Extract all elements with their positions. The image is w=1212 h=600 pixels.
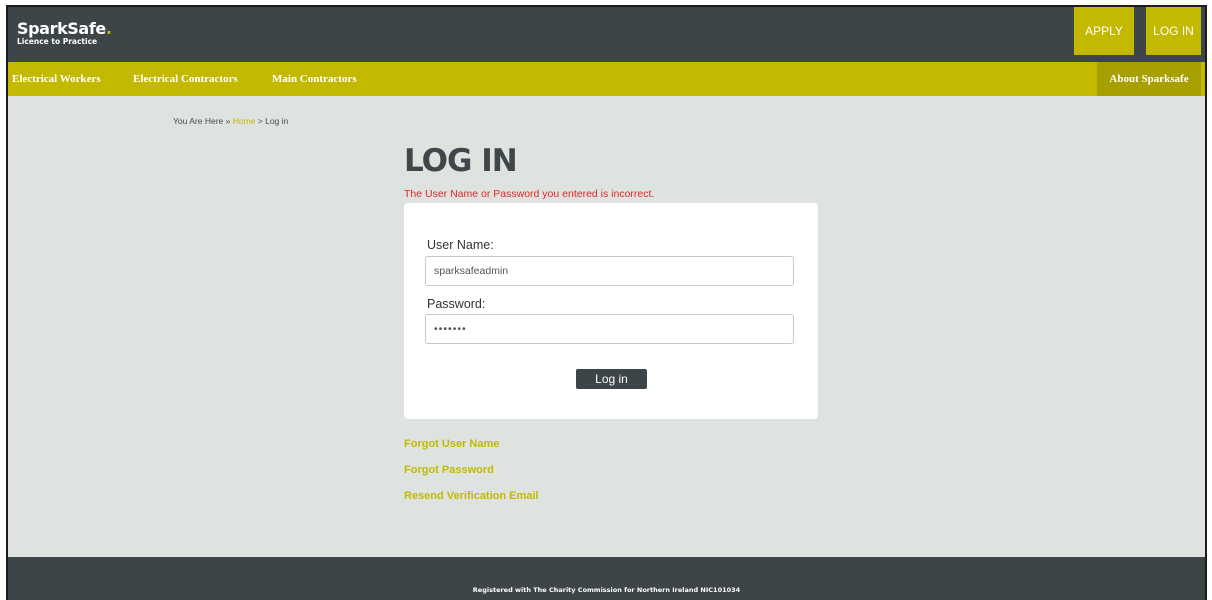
breadcrumb-current: > Log in xyxy=(257,116,289,126)
footer-registration-text: Registered with The Charity Commission f… xyxy=(472,586,741,594)
top-header: SparkSafe. Licence to Practice APPLY LOG… xyxy=(8,7,1205,62)
username-label: User Name: xyxy=(427,238,494,252)
logo-wordmark: SparkSafe. xyxy=(17,19,112,38)
sparksafe-logo[interactable]: SparkSafe. Licence to Practice xyxy=(17,20,112,47)
username-field[interactable] xyxy=(425,256,794,286)
password-label: Password: xyxy=(427,297,486,311)
browser-frame: SparkSafe. Licence to Practice APPLY LOG… xyxy=(6,5,1207,600)
apply-button[interactable]: APPLY xyxy=(1074,7,1134,55)
login-error-message: The User Name or Password you entered is… xyxy=(404,188,655,200)
breadcrumb-home-link[interactable]: Home xyxy=(233,116,256,126)
nav-item-electrical-workers[interactable]: Electrical Workers xyxy=(12,62,101,96)
breadcrumb-prefix: You Are Here » xyxy=(173,116,231,126)
password-field[interactable] xyxy=(425,314,794,344)
forgot-password-link[interactable]: Forgot Password xyxy=(404,464,494,476)
site-footer: Registered with The Charity Commission f… xyxy=(8,557,1205,600)
main-nav: Electrical Workers Electrical Contractor… xyxy=(8,62,1205,96)
nav-item-electrical-contractors[interactable]: Electrical Contractors xyxy=(133,62,238,96)
logo-tagline: Licence to Practice xyxy=(17,37,98,46)
forgot-username-link[interactable]: Forgot User Name xyxy=(404,438,499,450)
breadcrumb: You Are Here » Home > Log in xyxy=(173,116,288,126)
nav-item-main-contractors[interactable]: Main Contractors xyxy=(272,62,357,96)
login-submit-button[interactable]: Log in xyxy=(576,369,647,389)
login-form-card: User Name: Password: Log in xyxy=(404,203,818,419)
login-header-button[interactable]: LOG IN xyxy=(1146,7,1201,55)
nav-item-about-sparksafe[interactable]: About Sparksafe xyxy=(1097,62,1201,96)
resend-verification-link[interactable]: Resend Verification Email xyxy=(404,490,539,502)
page-title: LOG IN xyxy=(404,143,518,179)
